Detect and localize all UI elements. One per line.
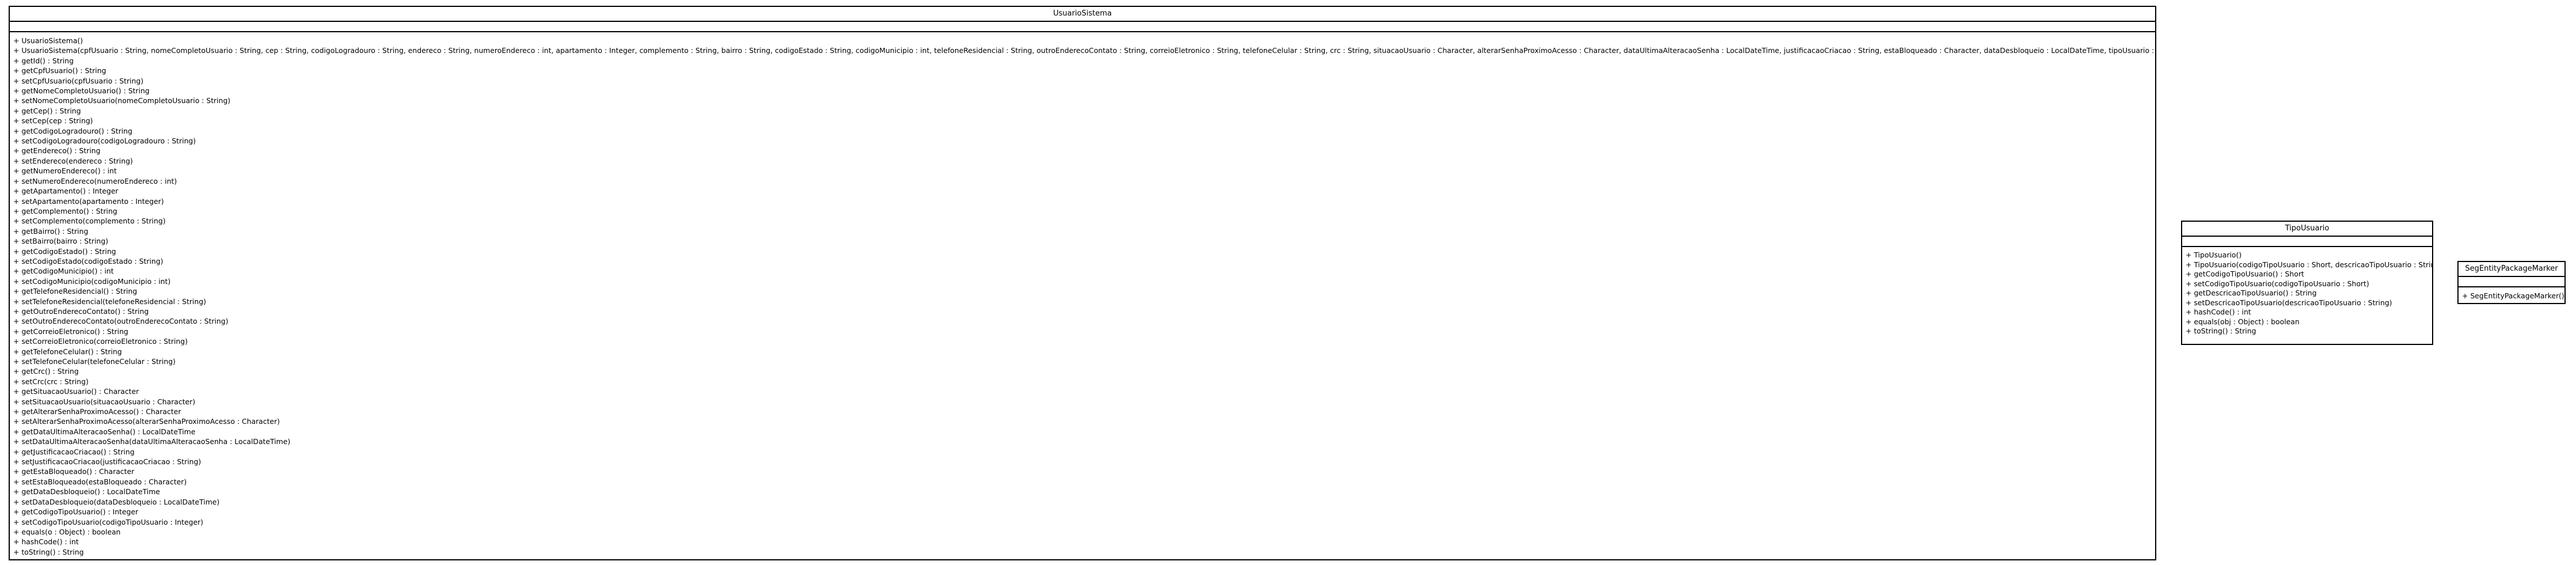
operations-compartment: + TipoUsuario() + TipoUsuario(codigoTipoU… [2182,247,2432,339]
operation: + getCodigoTipoUsuario() : Short [2186,270,2304,278]
operation: + getTelefoneResidencial() : String [13,287,138,296]
class-seg-entity-package-marker[interactable]: SegEntityPackageMarker + SegEntityPackag… [2457,261,2566,304]
operation: + getDataDesbloqueio() : LocalDateTime [13,487,160,496]
operation: + getBairro() : String [13,226,89,236]
attributes-compartment [2182,237,2432,247]
operation: + setCodigoTipoUsuario(codigoTipoUsuario… [2186,279,2369,288]
operation: + UsuarioSistema(cpfUsuario : String, no… [13,46,2155,55]
operation: + getDataUltimaAlteracaoSenha() : LocalD… [13,427,196,436]
operation: + TipoUsuario(codigoTipoUsuario : Short,… [2186,260,2432,269]
operation: + getNomeCompletoUsuario() : String [13,86,150,96]
operation: + toString() : String [2186,327,2256,335]
operation: + getCpfUsuario() : String [13,66,107,75]
operation: + setCodigoTipoUsuario(codigoTipoUsuario… [13,517,204,526]
operation: + getJustificacaoCriacao() : String [13,447,135,456]
operation: + setDataUltimaAlteracaoSenha(dataUltima… [13,437,291,446]
operation: + setSituacaoUsuario(situacaoUsuario : C… [13,397,196,406]
operation: + getAlterarSenhaProximoAcesso() : Chara… [13,407,181,416]
operation: + equals(obj : Object) : boolean [2186,317,2300,326]
operation: + setTelefoneResidencial(telefoneResiden… [13,297,206,306]
operation: + setEndereco(endereco : String) [13,156,133,165]
operation: + getCodigoTipoUsuario() : Integer [13,507,139,517]
operation: + setCorreioEletronico(correioEletronico… [13,337,188,346]
operation: + setJustificacaoCriacao(justificacaoCri… [13,457,202,467]
operations-compartment: + UsuarioSistema() + UsuarioSistema(cpfUs… [10,32,2155,559]
attributes-compartment [2459,277,2564,287]
operation: + setDescricaoTipoUsuario(descricaoTipoU… [2186,298,2392,307]
operation: + setOutroEnderecoContato(outroEnderecoC… [13,317,229,326]
operation: + getCodigoEstado() : String [13,247,116,256]
operation: + getTelefoneCelular() : String [13,347,122,356]
operation: + hashCode() : int [2186,308,2251,316]
operation: + setCrc(crc : String) [13,377,89,386]
operation: + getCep() : String [13,106,81,115]
attributes-compartment [10,22,2155,32]
operation: + getDescricaoTipoUsuario() : String [2186,289,2317,297]
operation: + setCpfUsuario(cpfUsuario : String) [13,76,144,85]
operation: + getCorreioEletronico() : String [13,327,128,336]
operation: + SegEntityPackageMarker() [2462,291,2564,300]
operation: + setNumeroEndereco(numeroEndereco : int… [13,176,177,185]
operation: + getId() : String [13,56,74,65]
operation: + getApartamento() : Integer [13,187,119,196]
operation: + getEndereco() : String [13,146,101,156]
operation: + UsuarioSistema() [13,36,83,45]
class-name: TipoUsuario [2182,222,2432,237]
operation: + getCrc() : String [13,367,79,376]
operation: + setCodigoMunicipio(codigoMunicipio : i… [13,276,171,286]
operation: + setApartamento(apartamento : Integer) [13,196,164,206]
operation: + setCodigoLogradouro(codigoLogradouro :… [13,136,196,146]
operation: + setBairro(bairro : String) [13,237,108,246]
operation: + getSituacaoUsuario() : Character [13,387,139,396]
operation: + setTelefoneCelular(telefoneCelular : S… [13,357,176,366]
class-name: UsuarioSistema [10,7,2155,22]
operation: + setCodigoEstado(codigoEstado : String) [13,256,164,266]
operation: + setNomeCompletoUsuario(nomeCompletoUsu… [13,96,231,105]
operation: + getComplemento() : String [13,206,117,215]
operations-compartment: + SegEntityPackageMarker() [2459,287,2564,303]
operation: + getCodigoMunicipio() : int [13,267,114,276]
operation: + getCodigoLogradouro() : String [13,126,132,135]
class-name: SegEntityPackageMarker [2459,262,2564,277]
operation: + TipoUsuario() [2186,251,2242,259]
operation: + equals(o : Object) : boolean [13,527,121,536]
operation: + getEstaBloqueado() : Character [13,467,135,476]
class-usuario-sistema[interactable]: UsuarioSistema + UsuarioSistema() + Usuar… [9,6,2156,560]
operation: + setAlterarSenhaProximoAcesso(alterarSe… [13,417,280,426]
operation: + toString() : String [13,547,84,556]
operation: + hashCode() : int [13,537,79,547]
operation: + setCep(cep : String) [13,116,93,126]
class-tipo-usuario[interactable]: TipoUsuario + TipoUsuario() + TipoUsuario… [2181,221,2433,345]
operation: + setEstaBloqueado(estaBloqueado : Chara… [13,477,187,486]
operation: + setComplemento(complemento : String) [13,217,166,226]
operation: + getOutroEnderecoContato() : String [13,306,149,316]
operation: + setDataDesbloqueio(dataDesbloqueio : L… [13,497,220,506]
operation: + getNumeroEndereco() : int [13,166,117,176]
